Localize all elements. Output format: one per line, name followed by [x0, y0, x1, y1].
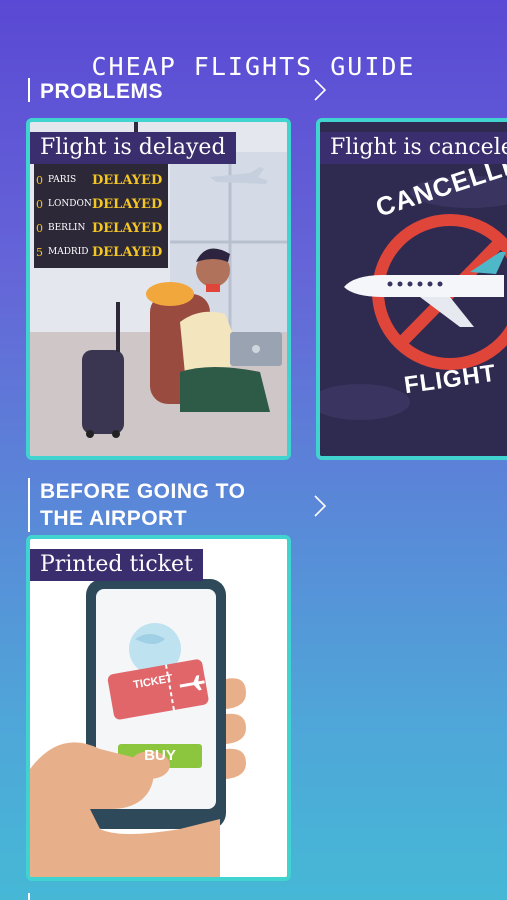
- board-row-number: 0: [36, 197, 43, 211]
- board-row-city: LONDON: [48, 199, 92, 209]
- board-row: 5 MADRID DELAYED: [36, 240, 166, 264]
- buy-button: BUY: [144, 747, 176, 764]
- chevron-right-icon[interactable]: [308, 78, 332, 102]
- board-row: 0 PARIS DELAYED: [36, 168, 166, 192]
- board-row-status: DELAYED: [92, 220, 163, 236]
- card-label: Printed ticket: [30, 549, 203, 581]
- section-title-line: BEFORE GOING TO: [40, 480, 246, 503]
- board-row-city: PARIS: [48, 175, 77, 185]
- card-flight-delayed[interactable]: Flight is delayed 0 PARIS DELAYED 0 LOND…: [26, 118, 291, 460]
- section-title-problems: PROBLEMS: [40, 80, 164, 103]
- board-row: 0 BERLIN DELAYED: [36, 216, 166, 240]
- mobile-ticket-illustration: [30, 539, 287, 877]
- board-row-number: 5: [36, 245, 43, 259]
- section-divider: [28, 893, 30, 900]
- departure-board: 0 PARIS DELAYED 0 LONDON DELAYED 0 BERLI…: [36, 168, 166, 264]
- section-divider: [28, 78, 30, 102]
- board-row-number: 0: [36, 173, 43, 187]
- board-row-city: BERLIN: [48, 223, 86, 233]
- card-flight-cancelled[interactable]: CANCELLED FLIGHT Flight is cancele: [316, 118, 507, 460]
- card-label: Flight is cancele: [320, 132, 507, 164]
- card-label: Flight is delayed: [30, 132, 236, 164]
- section-title-before-airport: BEFORE GOING TO THE AIRPORT: [40, 478, 245, 532]
- section-header-before-airport[interactable]: BEFORE GOING TO THE AIRPORT: [28, 478, 245, 532]
- app-title: CHEAP FLIGHTS GUIDE: [91, 52, 416, 81]
- section-title-line: THE AIRPORT: [40, 507, 188, 530]
- chevron-right-icon[interactable]: [308, 494, 332, 518]
- board-row-number: 0: [36, 221, 43, 235]
- section-divider: [28, 478, 30, 532]
- board-row: 0 LONDON DELAYED: [36, 192, 166, 216]
- board-row-city: MADRID: [48, 247, 89, 257]
- card-printed-ticket[interactable]: TICKET BUY Printed ticket: [26, 535, 291, 881]
- board-row-status: DELAYED: [92, 244, 163, 260]
- board-row-status: DELAYED: [92, 172, 163, 188]
- board-row-status: DELAYED: [92, 196, 163, 212]
- section-header-problems[interactable]: PROBLEMS: [28, 78, 163, 105]
